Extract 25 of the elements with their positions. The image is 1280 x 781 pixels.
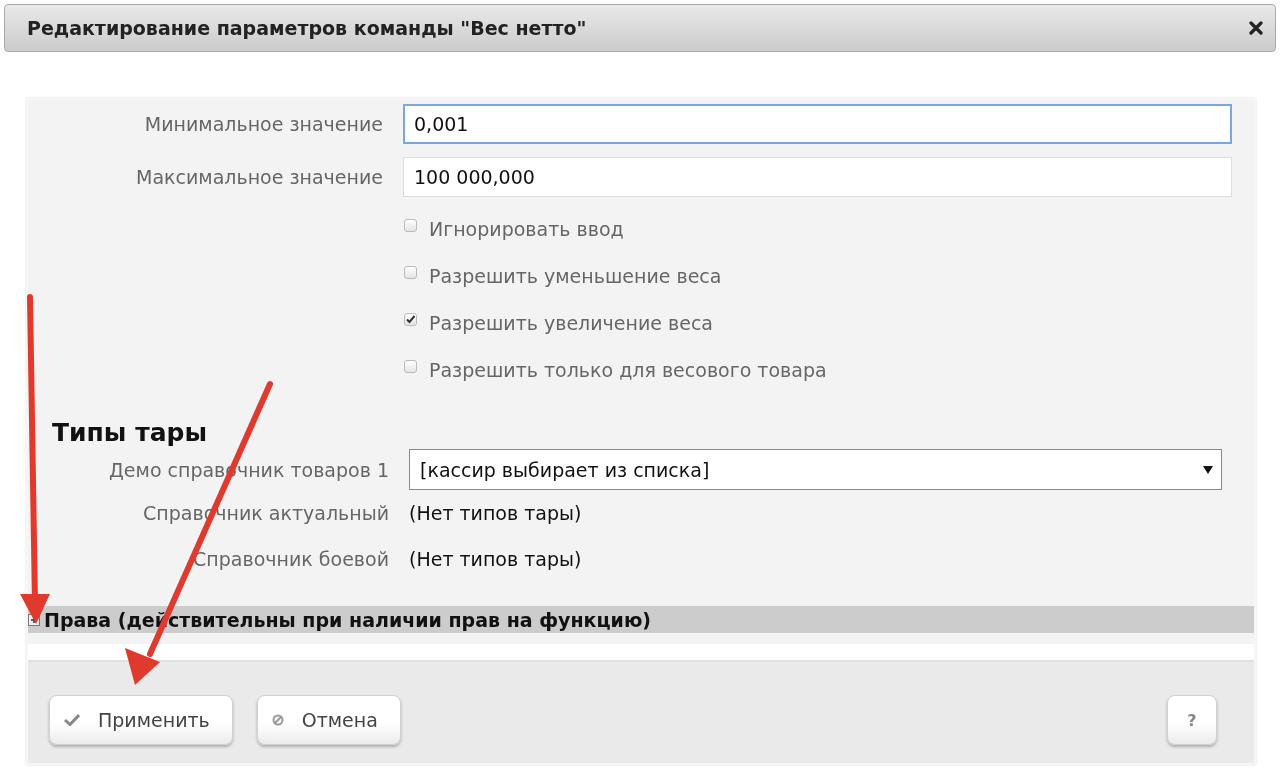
checkbox[interactable] [404,219,417,232]
input-field[interactable]: 0,001 [403,104,1232,144]
dropdown-arrow-icon [1203,465,1213,474]
field-value: (Нет типов тары) [409,548,582,570]
checkbox-label: Разрешить только для весового товара [429,358,827,381]
dialog-title: Редактирование параметров команды "Вес нетто" [27,17,587,39]
checkbox[interactable] [404,266,417,279]
checkbox[interactable] [404,313,417,326]
field-label: Максимальное значение [135,166,383,188]
field-label: Справочник боевой [192,547,389,572]
checkbox-label: Разрешить уменьшение веса [429,264,722,287]
checkbox[interactable] [404,360,417,373]
field-label: Минимальное значение [143,113,383,135]
help-button[interactable]: ? [1167,695,1217,745]
section-heading: Типы тары [52,417,209,449]
dropdown[interactable]: [кассир выбирает из списка] [409,449,1222,490]
input-field[interactable]: 100 000,000 [403,157,1232,197]
prohibited-icon [271,714,284,726]
apply-button[interactable]: Применить [49,695,233,745]
field-value: (Нет типов тары) [409,502,582,524]
close-icon[interactable] [1249,21,1263,35]
checkbox-label: Игнорировать ввод [429,217,624,240]
checkmark-icon [64,714,80,726]
checkbox-label: Разрешить увеличение веса [429,311,713,334]
cancel-button[interactable]: Отмена [256,695,401,745]
